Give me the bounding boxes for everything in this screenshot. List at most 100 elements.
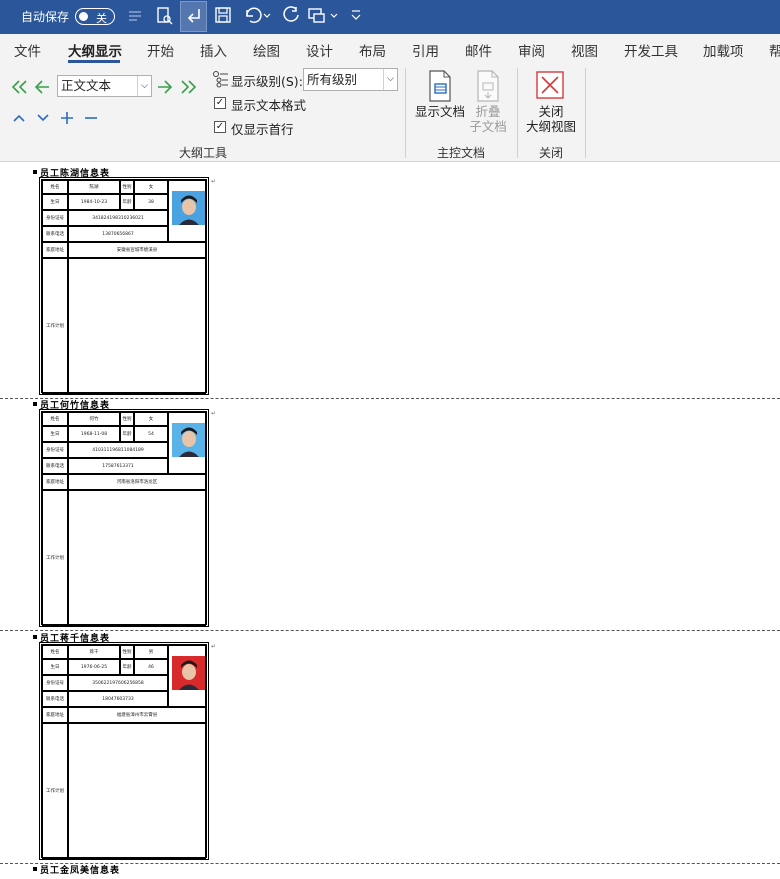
tab-references[interactable]: 引用 — [412, 40, 439, 60]
show-level-label: 显示级别(S): — [231, 74, 303, 89]
outline-tools-group-label: 大纲工具 — [179, 146, 228, 160]
age-value-cell: 46 — [134, 659, 168, 675]
ribbon: 正文文本 ⌵ 显示级别(S): 所有级别 ⌵ ✓ 显示文本格式 ✓ 仅显示首行 … — [0, 64, 780, 162]
section-heading[interactable]: 员工金凤美信息表 — [40, 863, 120, 876]
work-plan-value-cell — [68, 258, 206, 394]
tab-draw[interactable]: 绘图 — [253, 40, 280, 60]
age-label-cell: 年龄 — [120, 194, 134, 210]
birth-value-cell: 1984-10-23 — [68, 194, 120, 210]
show-document-icon[interactable] — [427, 70, 453, 102]
group-divider — [405, 68, 406, 158]
tab-help[interactable]: 帮 — [769, 40, 780, 60]
undo-icon[interactable] — [241, 6, 273, 28]
address-label-cell: 家庭地址 — [42, 242, 68, 258]
gender-value-cell: 男 — [134, 645, 168, 659]
outline-bullet-icon[interactable] — [33, 867, 37, 871]
tab-design[interactable]: 设计 — [306, 40, 333, 60]
tab-view[interactable]: 视图 — [571, 40, 598, 60]
address-value-cell: 河南省洛阳市洛龙区 — [68, 474, 206, 490]
close-outline-view-icon[interactable] — [536, 71, 564, 99]
work-plan-value-cell — [68, 723, 206, 859]
show-level-icon — [212, 70, 229, 88]
collapse-icon[interactable] — [84, 111, 98, 128]
promote-icon[interactable] — [34, 79, 50, 98]
outline-level-select[interactable]: 正文文本 ⌵ — [57, 75, 152, 97]
format-painter-icon[interactable] — [307, 6, 339, 28]
work-plan-label-cell: 工作计划 — [42, 258, 68, 394]
work-plan-label-cell: 工作计划 — [42, 490, 68, 626]
autosave-toggle[interactable]: 关 — [75, 8, 115, 25]
close-outline-view-label-2[interactable]: 大纲视图 — [522, 119, 580, 134]
phone-value-cell: 13870656867 — [68, 226, 168, 242]
name-label-cell: 姓名 — [42, 180, 68, 194]
phone-label-cell: 联系电话 — [42, 691, 68, 707]
age-value-cell: 38 — [134, 194, 168, 210]
tab-home[interactable]: 开始 — [147, 40, 174, 60]
age-value-cell: 54 — [134, 426, 168, 442]
demote-to-body-icon[interactable] — [180, 79, 198, 98]
birth-label-cell: 生日 — [42, 194, 68, 210]
outline-level-value: 正文文本 — [61, 78, 112, 93]
gender-value-cell: 女 — [134, 412, 168, 426]
gender-value-cell: 女 — [134, 180, 168, 194]
tab-outline[interactable]: 大纲显示 — [68, 40, 122, 60]
id-value-cell: 350622197606256858 — [68, 675, 168, 691]
tab-addins[interactable]: 加载项 — [703, 40, 744, 60]
phone-label-cell: 联系电话 — [42, 226, 68, 242]
phone-label-cell: 联系电话 — [42, 458, 68, 474]
employee-info-table: 姓名 何竹 性别女生日 1968-11-08 年龄 54 身份证号 4103111968110… — [39, 409, 209, 627]
gender-label-cell: 性别 — [120, 412, 134, 426]
redo-icon[interactable] — [280, 6, 302, 28]
collapse-subdocuments-label-2: 子文档 — [469, 119, 507, 134]
age-label-cell: 年龄 — [120, 426, 134, 442]
age-label-cell: 年龄 — [120, 659, 134, 675]
outline-bullet-icon[interactable] — [33, 402, 37, 406]
print-preview-icon[interactable] — [153, 6, 175, 28]
outline-bullet-icon[interactable] — [33, 635, 37, 639]
move-down-icon[interactable] — [36, 111, 50, 128]
show-document-label[interactable]: 显示文档 — [415, 104, 465, 119]
name-value-cell: 蒋千 — [68, 645, 120, 659]
outline-bullet-icon[interactable] — [33, 170, 37, 174]
show-first-line-checkbox[interactable]: ✓ — [214, 121, 226, 133]
employee-photo — [168, 645, 206, 707]
master-document-group-label: 主控文档 — [437, 146, 486, 160]
move-up-icon[interactable] — [12, 111, 26, 128]
tab-insert[interactable]: 插入 — [200, 40, 227, 60]
expand-icon[interactable] — [60, 111, 74, 128]
id-label-cell: 身份证号 — [42, 675, 68, 691]
demote-icon[interactable] — [157, 79, 173, 98]
id-value-cell: 341824198310236021 — [68, 210, 168, 226]
tab-layout[interactable]: 布局 — [359, 40, 386, 60]
document-area[interactable]: 员工陈湖信息表 姓名 陈湖 性别女生日 1984-10-23 年龄 38 身份证号 341824… — [0, 163, 780, 879]
collapse-subdocuments-icon — [475, 70, 501, 102]
customize-icon[interactable] — [348, 6, 364, 28]
pen-icon[interactable] — [124, 6, 146, 28]
name-label-cell: 姓名 — [42, 645, 68, 659]
employee-photo — [168, 180, 206, 242]
employee-info-table: 姓名 陈湖 性别女生日 1984-10-23 年龄 38 身份证号 3418241983102… — [39, 177, 209, 395]
address-label-cell: 家庭地址 — [42, 474, 68, 490]
toggle-knob — [79, 12, 88, 21]
close-outline-view-label-1[interactable]: 关闭 — [526, 104, 576, 119]
tab-review[interactable]: 审阅 — [518, 40, 545, 60]
tab-mailings[interactable]: 邮件 — [465, 40, 492, 60]
return-icon[interactable] — [180, 1, 207, 32]
promote-to-heading1-icon[interactable] — [10, 79, 28, 98]
save-icon[interactable] — [212, 6, 234, 28]
birth-label-cell: 生日 — [42, 426, 68, 442]
birth-value-cell: 1968-11-08 — [68, 426, 120, 442]
chevron-down-icon: ⌵ — [383, 69, 397, 90]
paragraph-mark-icon: ↵ — [211, 410, 217, 417]
tab-file[interactable]: 文件 — [14, 40, 41, 60]
close-group-label: 关闭 — [539, 146, 564, 160]
id-value-cell: 410311196811084189 — [68, 442, 168, 458]
phone-value-cell: 17587613371 — [68, 458, 168, 474]
show-text-format-checkbox[interactable]: ✓ — [214, 97, 226, 109]
id-label-cell: 身份证号 — [42, 442, 68, 458]
paragraph-mark-icon: ↵ — [211, 178, 217, 185]
address-label-cell: 家庭地址 — [42, 707, 68, 723]
show-level-select[interactable]: 所有级别 ⌵ — [303, 68, 398, 91]
employee-photo — [168, 412, 206, 474]
tab-developer[interactable]: 开发工具 — [624, 40, 678, 60]
